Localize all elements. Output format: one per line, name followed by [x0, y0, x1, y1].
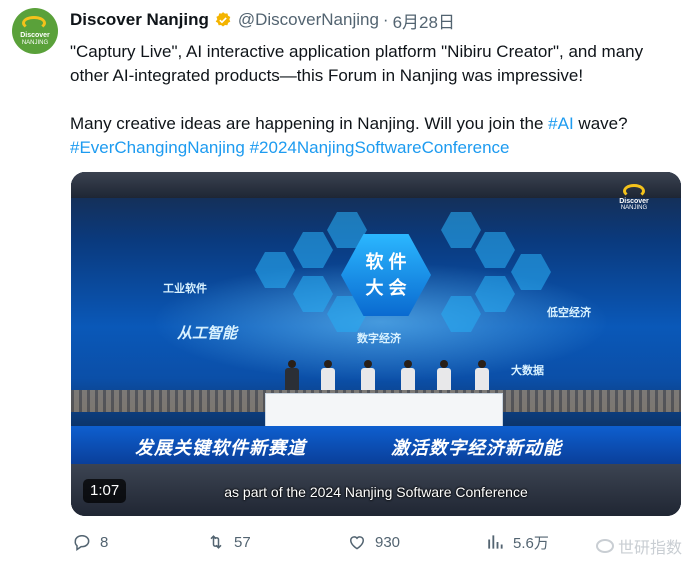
view-count: 5.6万	[513, 534, 549, 552]
video-brand-badge: Discover NANJING	[607, 184, 661, 211]
tweet-text: "Captury Live", AI interactive applicati…	[70, 40, 685, 160]
brand-badge-top: Discover	[619, 198, 649, 205]
tweet-action-bar: 8 57 930 5.6万	[72, 530, 682, 554]
tweet-header: Discover Nanjing @DiscoverNanjing · 6月28…	[70, 8, 455, 33]
hex-tile	[475, 232, 515, 268]
hex-tile	[293, 232, 333, 268]
speaker-figure	[475, 360, 489, 390]
tweet-date[interactable]: 6月28日	[393, 8, 455, 33]
stage-center-line-1: 软 件	[365, 252, 407, 272]
hashtag-2024nanjingsoftwareconference[interactable]: #2024NanjingSoftwareConference	[250, 138, 510, 157]
brand-badge-bottom: NANJING	[620, 205, 648, 211]
tweet-paragraph-2: Many creative ideas are happening in Nan…	[70, 112, 685, 136]
avatar-logo-text-bottom: NANJING	[21, 40, 49, 46]
speaker-figure	[437, 360, 451, 390]
stage-label-low-altitude-economy: 低空经济	[547, 307, 591, 319]
reply-icon	[74, 535, 90, 551]
tweet-paragraph-2-start: Many creative ideas are happening in Nan…	[70, 114, 549, 133]
repost-count: 57	[234, 533, 251, 551]
author-handle[interactable]: @DiscoverNanjing	[238, 10, 379, 30]
views-button[interactable]: 5.6万	[485, 530, 549, 554]
stage-center-line-2: 大 会	[365, 278, 407, 298]
banner-text-right: 激活数字经济新动能	[391, 438, 562, 458]
reply-count: 8	[100, 533, 109, 551]
hashtag-everchangingnanjing[interactable]: #EverChangingNanjing	[70, 138, 245, 157]
repost-icon	[210, 535, 222, 549]
tweet-paragraph-2-end: wave?	[573, 114, 628, 133]
stage-label-big-data: 大数据	[511, 365, 544, 377]
speaker-figure	[401, 360, 415, 390]
like-button[interactable]: 930	[347, 530, 400, 554]
video-player[interactable]: 软 件 大 会 工业软件 从工智能 低空经济 大数据 数字经济 Discover…	[71, 172, 681, 516]
speaker-figure	[361, 360, 375, 390]
stage-podium	[266, 394, 502, 426]
views-chart-icon	[488, 535, 503, 549]
speaker-figure	[321, 360, 335, 390]
like-count: 930	[375, 533, 401, 551]
video-frame: 软 件 大 会 工业软件 从工智能 低空经济 大数据 数字经济 Discover…	[71, 172, 681, 516]
watermark-text: 世研指数	[618, 540, 683, 557]
speaker-figure	[285, 360, 299, 390]
banner-text-left: 发展关键软件新赛道	[135, 438, 306, 458]
stage-ceiling	[71, 172, 681, 198]
brand-logo-icon	[623, 184, 645, 198]
stage-label-industrial-software: 工业软件	[163, 283, 207, 295]
author-avatar[interactable]: Discover NANJING	[12, 8, 58, 54]
header-separator: ·	[382, 10, 389, 29]
author-name[interactable]: Discover Nanjing	[70, 10, 209, 30]
watermark: 世研指数	[596, 534, 682, 558]
hashtag-line: #EverChangingNanjing #2024NanjingSoftwar…	[70, 136, 685, 160]
hex-tile	[441, 212, 481, 248]
avatar-logo-icon	[22, 16, 46, 30]
repost-button[interactable]: 57	[206, 530, 251, 554]
reply-button[interactable]: 8	[72, 530, 108, 554]
tweet-paragraph-1: "Captury Live", AI interactive applicati…	[70, 42, 644, 85]
hashtag-ai[interactable]: #AI	[548, 114, 574, 133]
heart-icon	[349, 536, 365, 550]
avatar-logo-text-top: Discover	[20, 32, 50, 39]
watermark-icon	[596, 539, 614, 553]
video-subtitle: as part of the 2024 Nanjing Software Con…	[224, 484, 528, 500]
stage-label-digital-economy: 数字经济	[357, 333, 401, 345]
stage-label-ai: 从工智能	[177, 325, 238, 342]
verified-badge-icon	[215, 12, 231, 27]
